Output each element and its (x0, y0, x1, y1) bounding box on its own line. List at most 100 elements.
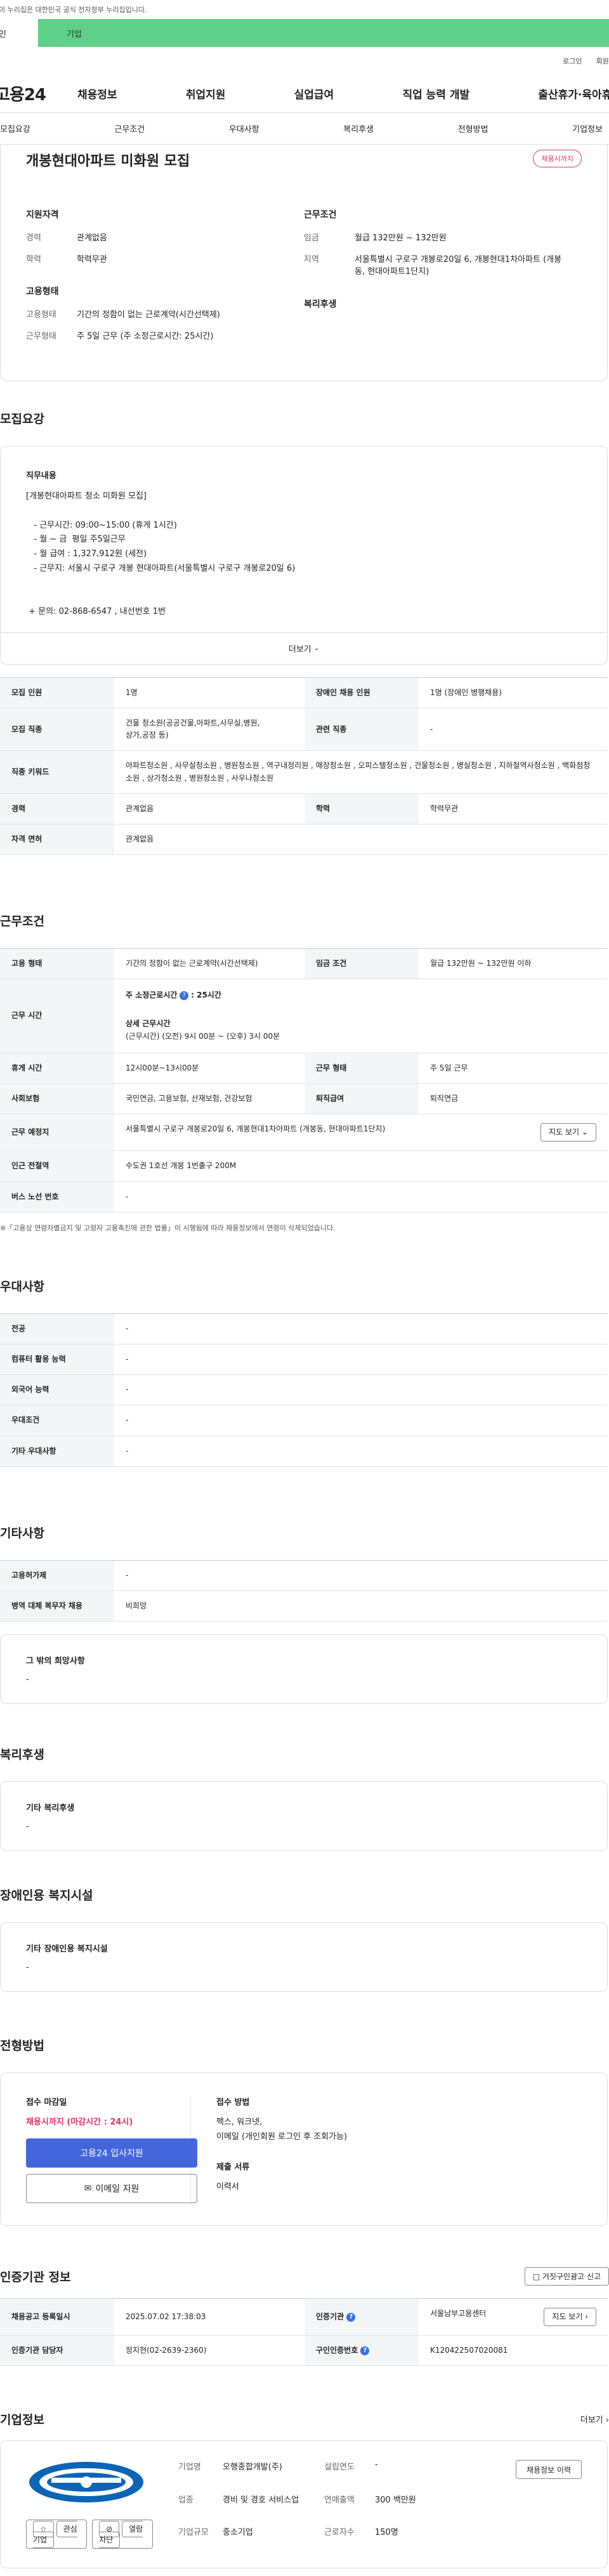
company-header: 기업정보 더보기 › (0, 2410, 609, 2428)
gnb-item-employment-support[interactable]: 취업지원 (186, 86, 226, 101)
other-wishes-value: - (26, 1675, 29, 1685)
deadline-value: 채용시까지 (마감시간 : 24시) (26, 2117, 133, 2128)
welfare-heading: 복리후생 (304, 299, 337, 309)
company-info-value: 300 백만원 (375, 2495, 416, 2505)
table-row: 자격 면허 관계없음 (0, 824, 608, 855)
section-nav-conditions[interactable]: 근무조건 (114, 122, 145, 134)
table-row: 버스 노선 번호 - (0, 1181, 608, 1213)
cell-value: - (114, 1436, 608, 1467)
table-row: 인증기관 담당자 정지현(02-2639-2360) 구인인증번호 ? K120… (0, 2335, 608, 2367)
method-line: 이메일 (개인회원 로그인 후 조회가능) (216, 2132, 348, 2142)
cell-value: 아파트청소원 , 사무실청소원 , 병원청소원 , 역구내정리원 , 매장청소원… (114, 750, 608, 794)
cell-value: 수도권 1호선 개봉 1번출구 200M (114, 1150, 608, 1182)
cell-label: 사회보험 (0, 1083, 114, 1115)
work-place-value: 서울특별시 구로구 개봉로20일 6, 개봉현대1차아파트 (개봉동, 현대아파… (126, 1124, 386, 1134)
table-row: 인근 전철역 수도권 1호선 개봉 1번출구 200M (0, 1150, 608, 1182)
etc-section-title: 기타사항 (0, 1526, 44, 1540)
recruit-table: 모집 인원 1명 장애인 채용 인원 1명 (장애인 병행채용) 모집 직종 건… (0, 677, 608, 855)
section-nav-welfare[interactable]: 복리후생 (343, 122, 374, 134)
tab-business[interactable]: 기업 (38, 19, 609, 47)
info-icon[interactable]: ? (346, 2312, 356, 2322)
favorite-company-button[interactable]: ☆ 관심기업 (26, 2520, 88, 2549)
cell-label: 고용 형태 (0, 948, 114, 980)
login-link[interactable]: 로그인 (563, 56, 582, 66)
company-more-label: 더보기 (580, 2416, 603, 2426)
company-more-link[interactable]: 더보기 › (580, 2413, 609, 2425)
table-row: 병역 대체 복무자 채용 비희망 (0, 1590, 608, 1622)
summary-label: 경력 (26, 233, 41, 243)
section-nav-recruit[interactable]: 모집요강 (0, 122, 30, 134)
detail-hours-label: 상세 근무시간 (126, 1019, 171, 1029)
cell-label: 근무 형태 (304, 1053, 419, 1084)
cell-label: 고용허가제 (0, 1560, 114, 1591)
cell-value: 국민연금, 고용보험, 산재보험, 건강보험 (114, 1083, 304, 1115)
gnb-item-jobs[interactable]: 채용정보 (77, 86, 117, 101)
tab-individual[interactable]: 개인 (0, 19, 38, 47)
cell-label: 학력 (304, 793, 419, 824)
cell-label: 컴퓨터 활용 능력 (0, 1344, 114, 1376)
cell-value: K120422507020081 (419, 2335, 608, 2367)
duty-line: - 근무지: 서울시 구로구 개봉 현대아파트(서울특별시 구로구 개봉로20일… (26, 563, 296, 573)
section-nav-selection[interactable]: 전형방법 (458, 122, 488, 134)
welfare-section-title: 복리후생 (0, 1748, 44, 1762)
duty-card: 직무내용 [개봉현대아파트 청소 미화원 모집] - 근무시간: 09:00~1… (0, 446, 608, 665)
cell-value: 관계없음 (114, 793, 304, 824)
report-button[interactable]: □ 거짓구인광고 신고 (524, 2267, 609, 2286)
job-posting-page: 이 누리집은 대한민국 공식 전자정부 누리집입니다. 개인 기업 로그인 회원… (0, 0, 609, 2576)
agency-section-title: 인증기관 정보 (0, 2270, 71, 2285)
disabled-card-heading: 기타 장애인용 복지시설 (26, 1944, 108, 1955)
gnb-item-leave[interactable]: 출산휴가·육아휴직 (538, 86, 609, 101)
tab-business-label: 기업 (67, 29, 82, 39)
company-info-value: 150명 (375, 2528, 398, 2538)
table-row: 우대조건 - (0, 1405, 608, 1436)
cell-label: 버스 노선 번호 (0, 1181, 114, 1213)
section-nav-preference[interactable]: 우대사항 (229, 122, 259, 134)
weekly-hours-label: 주 소정근로시간 (126, 991, 178, 1000)
info-icon[interactable]: ? (180, 991, 189, 1000)
more-label: 더보기 (288, 644, 311, 654)
table-row: 사회보험 국민연금, 고용보험, 산재보험, 건강보험 퇴직급여 퇴직연금 (0, 1083, 608, 1115)
gnb-item-unemployment-benefit[interactable]: 실업급여 (294, 86, 334, 101)
table-row: 전공 - (0, 1313, 608, 1344)
chevron-down-icon: ⌄ (581, 1128, 588, 1137)
cell-label: 장애인 채용 인원 (304, 677, 419, 708)
cell-value: - (114, 1181, 608, 1213)
cell-label: 임금 조건 (304, 948, 419, 980)
recruit-section-title: 모집요강 (0, 412, 44, 426)
table-row: 고용허가제 - (0, 1560, 608, 1591)
duty-line: - 월 급여 : 1,327,912원 (세전) (26, 549, 147, 559)
summary-label: 고용형태 (26, 310, 56, 320)
age-note: ※「고용상 연령차별금지 및 고령자 고용촉진에 관한 법률」이 시행됨에 따라… (0, 1223, 336, 1232)
selection-section-title: 전형방법 (0, 2039, 44, 2053)
agency-map-button[interactable]: 지도 보기 › (544, 2308, 596, 2327)
table-row: 모집 직종 건물 청소원(공공건물,아파트,사무실,병원, 상가,공장 등) 관… (0, 708, 608, 751)
cell-label: 자격 면허 (0, 824, 114, 855)
page-title: 개봉현대아파트 미화원 모집 (26, 153, 190, 169)
apply-button[interactable]: 고용24 입사지원 (26, 2138, 197, 2168)
block-view-button[interactable]: ⊘ 열람차단 (92, 2520, 153, 2549)
company-info-value: 중소기업 (223, 2528, 253, 2538)
info-icon[interactable]: ? (360, 2346, 370, 2355)
duty-line: - 근무시간: 09:00~15:00 (휴게 1시간) (26, 520, 177, 530)
join-link[interactable]: 회원가입 (596, 56, 609, 66)
section-nav-company[interactable]: 기업정보 (572, 122, 603, 134)
agency-org-value: 서울남부고용센터 (430, 2309, 487, 2319)
employment-heading: 고용형태 (26, 287, 59, 297)
map-button[interactable]: 지도 보기 ⌄ (540, 1123, 596, 1142)
cell-value: - (114, 1374, 608, 1406)
cell-label: 전공 (0, 1313, 114, 1344)
email-apply-label: 이메일 지원 (95, 2184, 140, 2195)
table-row: 근무 시간 주 소정근로시간 ? : 25시간 상세 근무시간 (근무시간) (… (0, 979, 608, 1053)
email-apply-button[interactable]: ✉ 이메일 지원 (26, 2174, 197, 2204)
selection-card: 접수 마감일 채용시까지 (마감시간 : 24시) 고용24 입사지원 ✉ 이메일… (0, 2072, 608, 2227)
company-info-label: 업종 (178, 2495, 193, 2505)
site-logo[interactable]: 고용24 (0, 82, 77, 105)
cell-value: 관계없음 (114, 824, 608, 855)
more-button[interactable]: 더보기 ⌄ (1, 632, 607, 664)
summary-label: 임금 (304, 233, 319, 243)
gnb-item-training[interactable]: 직업 능력 개발 (402, 86, 469, 101)
duty-heading: 직무내용 (26, 471, 56, 481)
disabled-card-value: - (26, 1963, 29, 1973)
history-button[interactable]: 채용정보 이력 (515, 2460, 582, 2480)
preference-section-title: 우대사항 (0, 1279, 44, 1294)
